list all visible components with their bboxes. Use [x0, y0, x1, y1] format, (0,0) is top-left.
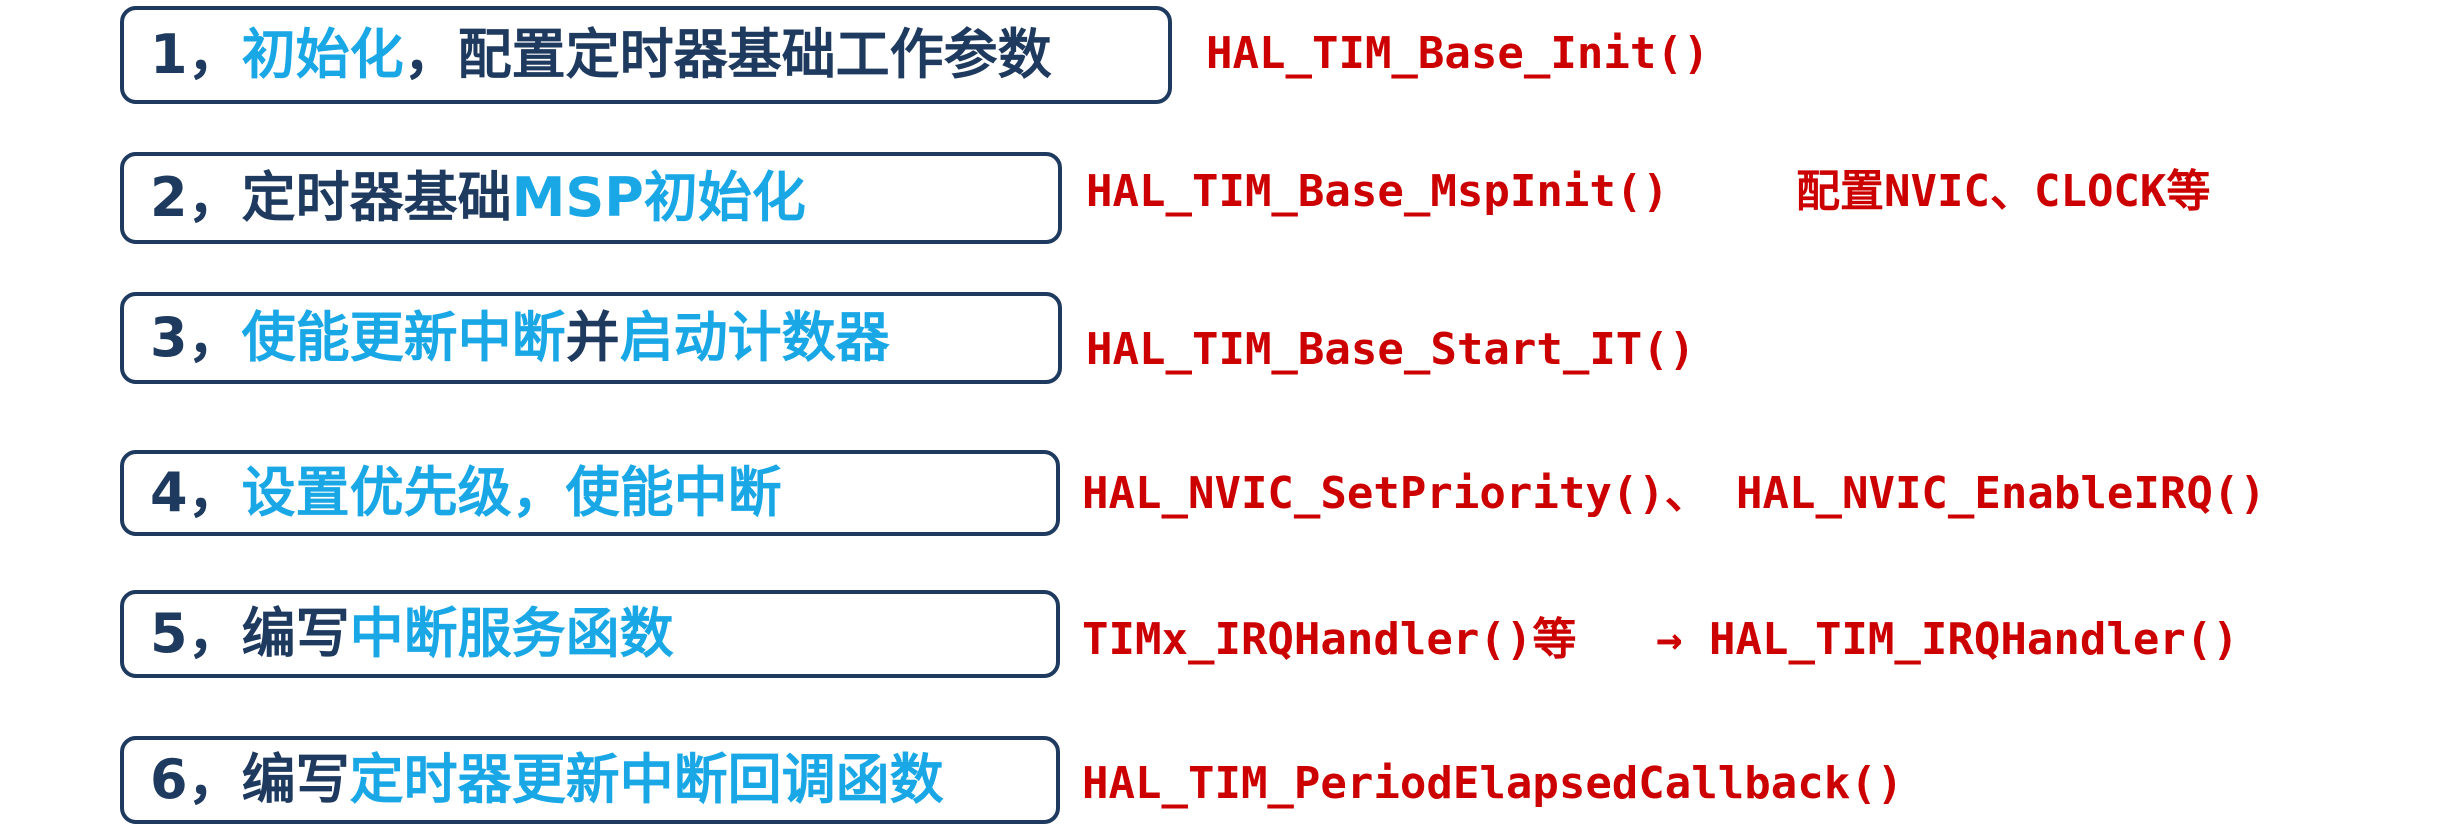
step-4-highlight: 设置优先级，使能中断	[241, 461, 782, 524]
step-box-6: 6，编写 定时器更新中断回调函数	[120, 736, 1060, 824]
step-6-text: 6，编写	[150, 748, 350, 811]
step-1-number: 1，	[150, 23, 242, 86]
step-6-api: HAL_TIM_PeriodElapsedCallback()	[1082, 762, 1903, 806]
step-box-4: 4， 设置优先级，使能中断	[120, 450, 1060, 536]
step-5-api-call-a: TIMx_IRQHandler()等	[1082, 614, 1577, 665]
step-2-api-note-wrap: 配置NVIC、CLOCK等	[1796, 170, 2210, 214]
step-2-highlight: MSP初始化	[511, 166, 806, 229]
step-1-text: ，配置定时器基础工作参数	[403, 23, 1052, 86]
step-3-conjunction: 并	[565, 306, 620, 369]
step-1-api-call: HAL_TIM_Base_Init()	[1206, 28, 1710, 79]
step-3-number: 3，	[150, 306, 242, 369]
step-4-api-b-wrap: HAL_NVIC_EnableIRQ()	[1736, 472, 2266, 516]
step-3-highlight-a: 使能更新中断	[241, 306, 566, 369]
step-2-text: 2，定时器基础	[150, 166, 512, 229]
step-2-api-call: HAL_TIM_Base_MspInit()	[1086, 166, 1669, 217]
step-5-text: 5，编写	[150, 602, 350, 665]
step-1-highlight: 初始化	[241, 23, 404, 86]
step-3-api: HAL_TIM_Base_Start_IT()	[1086, 328, 1695, 372]
step-5-api-b-wrap: → HAL_TIM_IRQHandler()	[1656, 618, 2239, 662]
step-3-api-call: HAL_TIM_Base_Start_IT()	[1086, 324, 1696, 375]
step-1-api: HAL_TIM_Base_Init()	[1206, 32, 1709, 76]
step-6-highlight: 定时器更新中断回调函数	[349, 748, 944, 811]
step-2-api-note: 配置NVIC、CLOCK等	[1796, 166, 2211, 217]
step-box-3: 3， 使能更新中断 并 启动计数器	[120, 292, 1062, 384]
step-2-api: HAL_TIM_Base_MspInit()	[1086, 170, 1669, 214]
step-3-highlight-b: 启动计数器	[619, 306, 890, 369]
step-5-api-call-b: → HAL_TIM_IRQHandler()	[1656, 614, 2239, 665]
step-5-api: TIMx_IRQHandler()等	[1082, 618, 1576, 662]
step-6-api-call: HAL_TIM_PeriodElapsedCallback()	[1082, 758, 1904, 809]
step-5-highlight: 中断服务函数	[349, 602, 674, 665]
step-4-number: 4，	[150, 461, 242, 524]
step-box-2: 2，定时器基础 MSP初始化	[120, 152, 1062, 244]
step-4-api-call-b: HAL_NVIC_EnableIRQ()	[1736, 468, 2266, 519]
step-4-api-call-a: HAL_NVIC_SetPriority()、	[1082, 468, 1709, 519]
step-box-1: 1， 初始化 ，配置定时器基础工作参数	[120, 6, 1172, 104]
step-4-api: HAL_NVIC_SetPriority()、	[1082, 472, 1709, 516]
step-box-5: 5，编写 中断服务函数	[120, 590, 1060, 678]
